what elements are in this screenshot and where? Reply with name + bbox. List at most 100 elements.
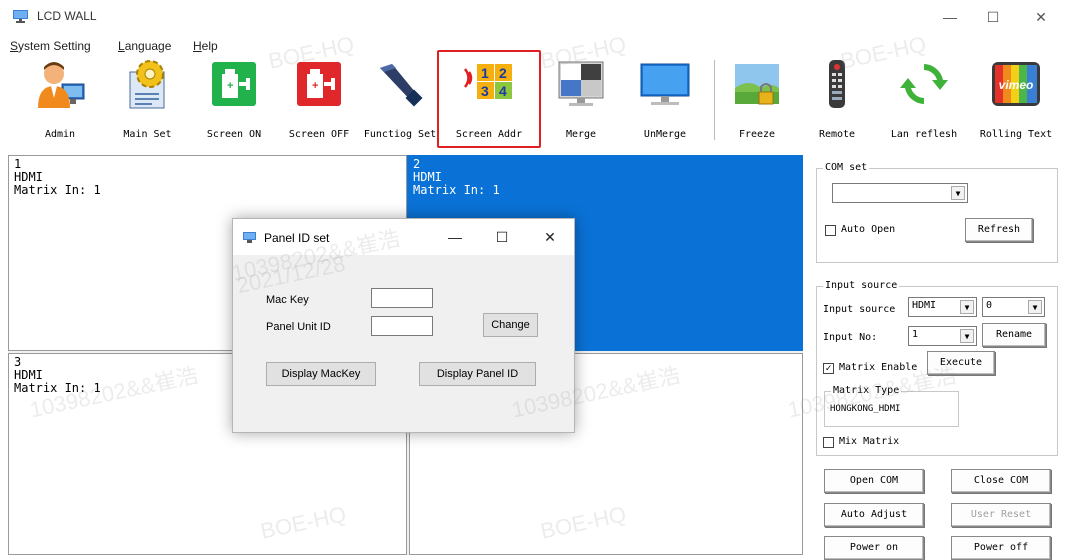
input-no-value: 1: [912, 329, 919, 340]
dialog-monitor-icon: [243, 232, 256, 243]
open-com-button[interactable]: Open COM: [824, 469, 924, 493]
input-source-value: HDMI: [912, 300, 937, 311]
chevron-down-icon: ▼: [960, 300, 974, 314]
auto-open-checkbox[interactable]: [825, 225, 836, 236]
window-title: LCD WALL: [37, 9, 97, 23]
toolbar-merge-button[interactable]: Merge: [545, 54, 617, 146]
dialog-title-bar: Panel ID set — ☐ ✕: [233, 219, 574, 255]
input-no-select[interactable]: 1 ▼: [908, 326, 977, 346]
toolbar-label: Functiog Set: [363, 129, 437, 140]
user-reset-button[interactable]: User Reset: [951, 503, 1051, 527]
input-source-select[interactable]: HDMI ▼: [908, 297, 977, 317]
toolbar-label: Rolling Text: [979, 129, 1053, 140]
input-source-legend: Input source: [823, 280, 900, 291]
toolbar-label: Screen OFF: [288, 129, 350, 140]
screen-addr-digit: 4: [499, 83, 507, 99]
panel-id-dialog: Panel ID set — ☐ ✕ Mac Key Panel Unit ID…: [232, 218, 575, 433]
screen-addr-digit: 2: [499, 65, 507, 81]
close-com-button[interactable]: Close COM: [951, 469, 1051, 493]
toolbar-label: Screen ON: [206, 129, 262, 140]
screen-id: 1: [14, 157, 22, 171]
toolbar: Admin Main Set + Screen ON + Screen OFF …: [0, 50, 1065, 150]
menu-language[interactable]: Language: [118, 39, 171, 53]
mix-matrix-checkbox[interactable]: [823, 437, 834, 448]
matrix-type-legend: Matrix Type: [831, 385, 902, 396]
toolbar-screen-on-button[interactable]: + Screen ON: [198, 54, 270, 146]
screen-on-plug-icon: +: [212, 62, 256, 106]
toolbar-label: Freeze: [738, 129, 776, 140]
toolbar-label: Screen Addr: [455, 129, 523, 140]
input-source-group: Input source Input source HDMI ▼ 0 ▼ Inp…: [816, 280, 1058, 456]
auto-adjust-button[interactable]: Auto Adjust: [824, 503, 924, 527]
toolbar-screen-addr-button[interactable]: 1 2 3 4 Screen Addr: [448, 54, 530, 146]
toolbar-label: Lan reflesh: [890, 129, 958, 140]
com-set-group: COM set ▼ Auto Open Refresh: [816, 162, 1058, 263]
toolbar-label: Merge: [565, 129, 597, 140]
toolbar-function-set-button[interactable]: Functiog Set: [362, 54, 438, 146]
main-set-gear-icon: [129, 60, 164, 109]
panel-unit-id-input[interactable]: [371, 316, 433, 336]
toolbar-remote-button[interactable]: Remote: [808, 54, 866, 146]
maximize-button[interactable]: ☐: [970, 4, 1016, 30]
menu-system-setting[interactable]: System Setting: [10, 39, 91, 53]
toolbar-label: Admin: [44, 129, 76, 140]
screen-addr-digit: 1: [481, 65, 489, 81]
power-on-button[interactable]: Power on: [824, 536, 924, 560]
screen-addr-digit: 3: [481, 83, 489, 99]
refresh-button[interactable]: Refresh: [965, 218, 1033, 242]
toolbar-label: Remote: [818, 129, 856, 140]
screen-matrix: Matrix In: 1: [14, 183, 101, 197]
function-set-tool-icon: [380, 64, 423, 107]
chevron-down-icon: ▼: [1028, 300, 1042, 314]
matrix-type-value: HONGKONG_HDMI: [830, 404, 901, 414]
matrix-type-group: Matrix Type HONGKONG_HDMI: [824, 385, 959, 427]
dialog-close-button[interactable]: ✕: [533, 225, 567, 249]
mix-matrix-label: Mix Matrix: [839, 436, 900, 447]
chevron-down-icon: ▼: [951, 186, 965, 200]
dialog-maximize-button[interactable]: ☐: [485, 225, 519, 249]
toolbar-rolling-text-button[interactable]: vimeo Rolling Text: [970, 54, 1062, 146]
screen-id: 2: [413, 157, 421, 171]
com-port-select[interactable]: ▼: [832, 183, 968, 203]
dialog-minimize-button[interactable]: —: [438, 225, 472, 249]
toolbar-main-set-button[interactable]: Main Set: [110, 54, 185, 146]
close-button[interactable]: ✕: [1018, 4, 1064, 30]
minimize-button[interactable]: —: [927, 4, 973, 30]
toolbar-unmerge-button[interactable]: UnMerge: [629, 54, 701, 146]
screen-addr-numbers-icon: 1 2 3 4: [463, 64, 512, 99]
svg-text:+: +: [312, 80, 318, 92]
merge-monitor-icon: [558, 61, 604, 106]
rename-button[interactable]: Rename: [982, 323, 1046, 347]
change-button[interactable]: Change: [483, 313, 538, 337]
display-mackey-button[interactable]: Display MacKey: [266, 362, 376, 386]
com-set-legend: COM set: [823, 162, 870, 173]
display-panel-id-button[interactable]: Display Panel ID: [419, 362, 536, 386]
toolbar-lan-refresh-button[interactable]: Lan reflesh: [882, 54, 966, 146]
matrix-enable-checkbox[interactable]: ✓: [823, 363, 834, 374]
toolbar-admin-button[interactable]: Admin: [25, 54, 95, 146]
panel-unit-id-label: Panel Unit ID: [266, 321, 331, 333]
control-panel: COM set ▼ Auto Open Refresh Input source…: [810, 155, 1065, 560]
menu-help[interactable]: Help: [193, 39, 218, 53]
execute-button[interactable]: Execute: [927, 351, 995, 375]
toolbar-freeze-button[interactable]: Freeze: [722, 54, 792, 146]
toolbar-screen-off-button[interactable]: + Screen OFF: [282, 54, 356, 146]
window-title-bar: LCD WALL — ☐ ✕: [0, 0, 1065, 34]
admin-user-icon: [38, 62, 85, 108]
input-source-label: Input source: [823, 304, 896, 315]
input-index-select[interactable]: 0 ▼: [982, 297, 1045, 317]
freeze-lock-icon: [735, 64, 779, 105]
rolling-text-icon-text: vimeo: [999, 78, 1034, 92]
matrix-enable-label: Matrix Enable: [839, 362, 918, 373]
toolbar-label: Main Set: [123, 129, 172, 140]
power-off-button[interactable]: Power off: [951, 536, 1051, 560]
svg-text:+: +: [227, 80, 233, 92]
input-no-label: Input No:: [823, 332, 878, 343]
toolbar-label: UnMerge: [643, 129, 687, 140]
unmerge-monitor-icon: [640, 63, 690, 105]
lan-refresh-icon: [900, 64, 948, 104]
toolbar-separator: [714, 60, 715, 140]
mac-key-input[interactable]: [371, 288, 433, 308]
dialog-title: Panel ID set: [264, 231, 330, 245]
app-monitor-icon: [13, 10, 28, 23]
